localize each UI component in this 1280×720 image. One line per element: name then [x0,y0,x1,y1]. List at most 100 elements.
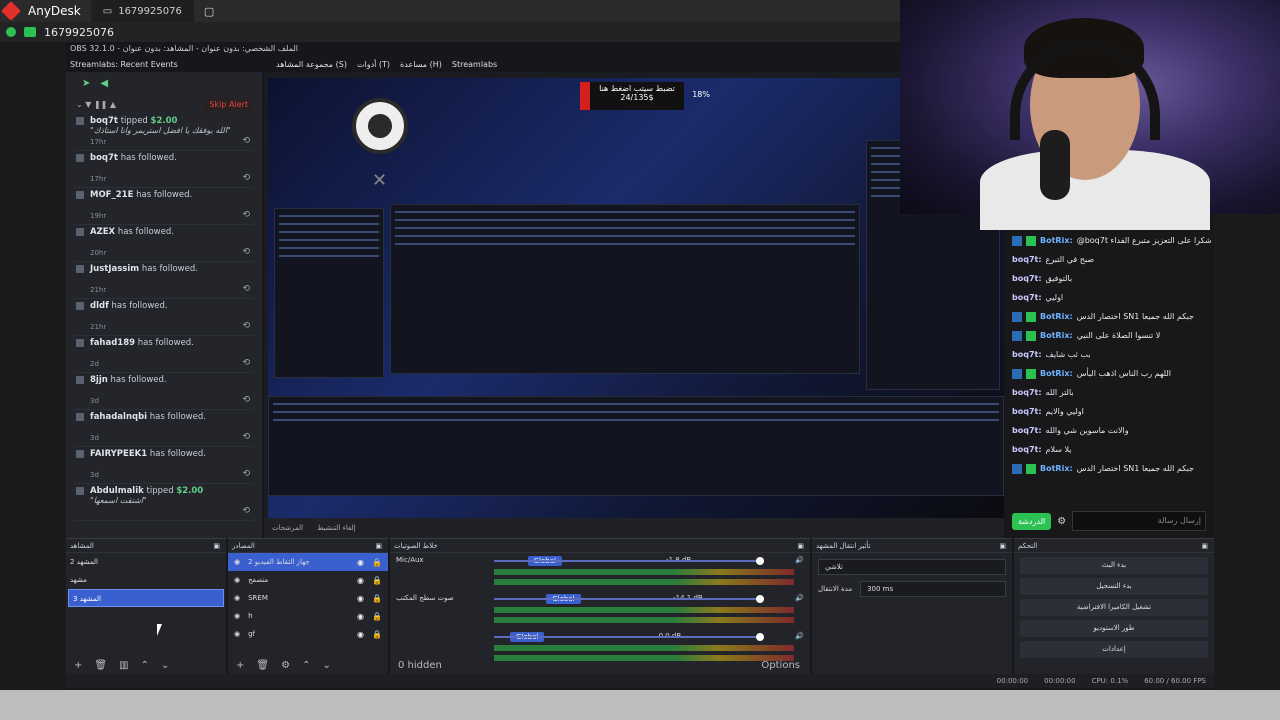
eye-icon[interactable]: ◉ [357,558,364,567]
event-item: JustJassim has followed. 21hr ⟲ [74,262,254,299]
transition-select[interactable]: تلاشي [818,559,1006,575]
nested-obs-copy [390,204,860,374]
gear-icon[interactable]: ⚙ [281,660,290,671]
lock-icon[interactable]: 🔒 [372,576,382,585]
menu-tools[interactable]: أدوات (T) [357,60,390,69]
skip-alert-button[interactable]: Skip Alert [205,97,252,111]
source-item[interactable]: ◉ جهاز التقاط الفيديو 2 ◉ 🔒 [228,553,388,571]
volume-knob[interactable] [756,633,764,641]
chat-input[interactable]: إرسال رسالة [1072,511,1206,531]
scene-item[interactable]: مشهد [66,571,226,589]
microphone [1040,130,1070,200]
volume-slider[interactable] [494,633,764,641]
studio-mode-button[interactable]: طور الاستوديو [1020,620,1208,637]
trash-icon[interactable]: 🗑 [256,660,269,671]
up-icon[interactable]: ⌃ [141,660,149,671]
bot-badge-icon [1012,330,1022,341]
scene-item[interactable]: المشهد 2 [66,553,226,571]
anydesk-session-tab[interactable]: ▭ 1679925076 [90,0,194,22]
add-icon[interactable]: + [74,660,82,671]
source-name: SREM [248,594,268,602]
source-item[interactable]: ◉ gf ◉ 🔒 [228,625,388,643]
event-item: dldf has followed. 21hr ⟲ [74,299,254,336]
status-bar: 00:00:00 00:00:00 CPU: 0.1% 60.00 / 60.0… [66,674,1214,688]
verified-badge-icon [1026,463,1036,474]
duration-row: مدة الانتقال 300 ms [812,581,1012,597]
filter-icons[interactable]: ⌄ ▼ ❚❚ ▲ [76,100,116,109]
menu-streamlabs[interactable]: Streamlabs [452,60,497,69]
virtual-camera-button[interactable]: تشغيل الكاميرا الافتراضية [1020,599,1208,616]
replay-icon[interactable]: ⟲ [242,358,250,368]
source-item[interactable]: ◉ متصفح ◉ 🔒 [228,571,388,589]
start-stream-button[interactable]: بدء البث [1020,557,1208,574]
filter-icon[interactable]: ▥ [119,660,128,671]
lock-icon[interactable]: 🔒 [372,558,382,567]
lock-icon[interactable]: 🔒 [372,594,382,603]
source-type-icon: ◉ [234,612,241,620]
send-icon[interactable]: ➤ [82,78,90,89]
menu-help[interactable]: مساعدة (H) [400,60,442,69]
source-item[interactable]: ◉ h ◉ 🔒 [228,607,388,625]
event-text: fahadalnqbi has followed. [90,412,206,422]
down-icon[interactable]: ⌄ [322,660,330,671]
eye-icon[interactable]: ◉ [357,594,364,603]
scene-item-selected[interactable]: المشهد 3 [68,589,224,607]
trash-icon[interactable]: 🗑 [94,660,107,671]
replay-icon[interactable]: ⟲ [242,210,250,220]
megaphone-icon[interactable]: ◀ [100,78,108,89]
replay-icon[interactable]: ⟲ [242,432,250,442]
replay-icon[interactable]: ⟲ [242,321,250,331]
event-icon [76,487,84,495]
lock-icon[interactable]: 🔒 [372,612,382,621]
volume-slider[interactable] [494,557,764,565]
eye-icon[interactable]: ◉ [357,576,364,585]
chat-send-button[interactable]: الدردشة [1012,512,1052,530]
chat-user: boq7t: [1012,426,1042,435]
chat-text: اوليي [1045,293,1064,302]
event-text: 8jjn has followed. [90,375,167,385]
start-record-button[interactable]: بدء التسجيل [1020,578,1208,595]
anydesk-topbar: AnyDesk ▭ 1679925076 ▢ [0,0,900,22]
verified-badge-icon [1026,311,1036,322]
volume-knob[interactable] [756,557,764,565]
chat-text: بب ثب شايف [1045,350,1091,359]
gear-icon[interactable]: ⚙ [1057,516,1066,527]
add-icon[interactable]: + [236,660,244,671]
speaker-icon[interactable]: 🔊 [795,594,804,604]
event-item: fahadalnqbi has followed. 3d ⟲ [74,410,254,447]
settings-button[interactable]: إعدادات [1020,641,1208,658]
replay-icon[interactable]: ⟲ [242,284,250,294]
volume-slider[interactable] [494,595,764,603]
replay-icon[interactable]: ⟲ [242,506,250,516]
down-icon[interactable]: ⌄ [161,660,169,671]
replay-icon[interactable]: ⟲ [242,247,250,257]
replay-icon[interactable]: ⟲ [242,173,250,183]
duration-input[interactable]: 300 ms [860,581,1006,597]
chat-line: BotRix: اللهم رب الناس اذهب البأس [1006,364,1214,383]
chat-text: والانت ماسوين شي والله [1045,426,1129,435]
replay-icon[interactable]: ⟲ [242,469,250,479]
lock-icon[interactable]: 🔒 [372,630,382,639]
event-text: Abdulmalik tipped $2.00 [90,486,204,496]
chat-user: boq7t: [1012,445,1042,454]
source-item[interactable]: ◉ SREM ◉ 🔒 [228,589,388,607]
eye-icon[interactable]: ◉ [357,630,364,639]
bot-badge-icon [1012,368,1022,379]
speaker-icon[interactable]: 🔊 [795,632,804,642]
up-icon[interactable]: ⌃ [302,660,310,671]
preview-area[interactable]: ✕ تضبط سيتب اضغط هنا 24/135$ 18% المرشحا… [264,72,1004,538]
filters-button[interactable]: المرشحات [272,524,303,532]
deactivate-button[interactable]: إلغاء التنشيط [317,524,355,532]
eye-icon[interactable]: ◉ [357,612,364,621]
event-time: 19hr [90,212,107,220]
menu-scene-collection[interactable]: مجموعة المشاهد (S) [276,60,347,69]
volume-knob[interactable] [756,595,764,603]
replay-icon[interactable]: ⟲ [242,136,250,146]
replay-icon[interactable]: ⟲ [242,395,250,405]
stream-time: 00:00:00 [1044,677,1076,685]
chat-icon[interactable]: ▢ [204,5,214,18]
event-item: 8jjn has followed. 3d ⟲ [74,373,254,410]
speaker-icon[interactable]: 🔊 [795,556,804,566]
channel-name: Mic/Aux [396,556,424,564]
options-button[interactable]: Options [761,660,800,671]
